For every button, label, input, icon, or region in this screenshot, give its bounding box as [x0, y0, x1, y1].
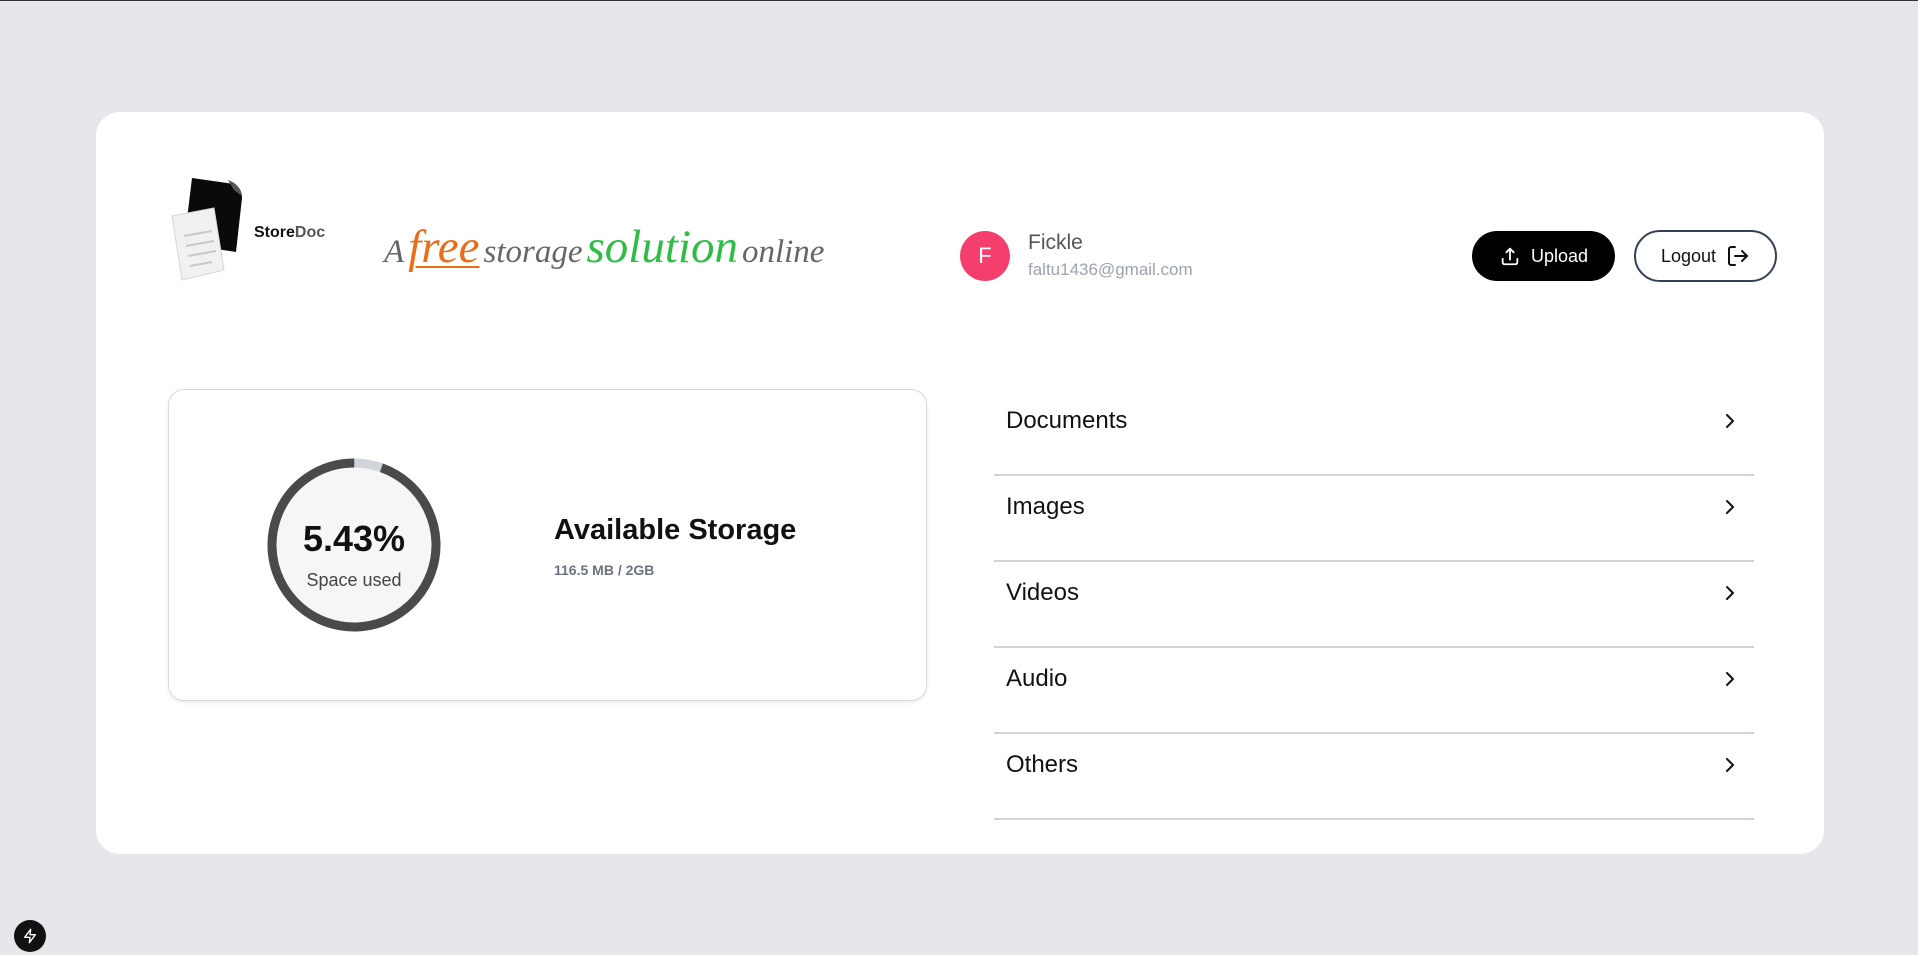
dev-tools-button[interactable]	[14, 920, 46, 952]
category-label: Audio	[1006, 665, 1068, 692]
category-audio[interactable]: Audio	[994, 648, 1754, 734]
logout-button[interactable]: Logout	[1634, 230, 1777, 282]
top-border	[0, 0, 1918, 1]
storage-usage: 116.5 MB / 2GB	[554, 562, 655, 578]
chevron-right-icon	[1726, 758, 1734, 772]
space-used-label: Space used	[306, 570, 402, 590]
chevron-right-icon	[1726, 500, 1734, 514]
category-label: Images	[1006, 493, 1085, 520]
user-name: Fickle	[1028, 231, 1083, 254]
tagline: A free storage solution online	[384, 220, 824, 274]
upload-label: Upload	[1530, 245, 1589, 266]
upload-button[interactable]: Upload	[1472, 231, 1615, 281]
storage-card: 5.43% Space used Available Storage 116.5…	[168, 389, 927, 701]
logout-label: Logout	[1660, 245, 1717, 266]
main-card: StoreDoc A free storage solution online …	[96, 112, 1824, 854]
logo-word-store: Store	[254, 224, 295, 241]
chevron-right-icon	[1726, 586, 1734, 600]
category-videos[interactable]: Videos	[994, 562, 1754, 648]
tagline-word: online	[741, 234, 825, 270]
available-storage-title: Available Storage	[554, 514, 797, 546]
logout-icon	[1728, 246, 1749, 266]
logo-word-doc: Doc	[294, 224, 326, 241]
chevron-right-icon	[1726, 672, 1734, 686]
tagline-word: storage	[483, 234, 583, 270]
category-list: Documents Images Videos Audio Others	[994, 390, 1754, 820]
avatar: F	[960, 231, 1010, 281]
logo-wordmark: StoreDoc	[254, 224, 325, 242]
category-documents[interactable]: Documents	[994, 390, 1754, 476]
space-used-percent: 5.43%	[302, 518, 406, 559]
category-others[interactable]: Others	[994, 734, 1754, 820]
category-label: Others	[1006, 751, 1079, 778]
tagline-word-free: free	[408, 221, 480, 273]
category-label: Documents	[1006, 407, 1128, 434]
user-email: faltu1436@gmail.com	[1028, 260, 1193, 279]
category-images[interactable]: Images	[994, 476, 1754, 562]
tagline-word-solution: solution	[586, 221, 738, 273]
tagline-word: A	[384, 234, 405, 270]
upload-icon	[1501, 247, 1519, 266]
bolt-icon	[24, 928, 36, 944]
category-label: Videos	[1006, 579, 1079, 606]
chevron-right-icon	[1726, 414, 1734, 428]
